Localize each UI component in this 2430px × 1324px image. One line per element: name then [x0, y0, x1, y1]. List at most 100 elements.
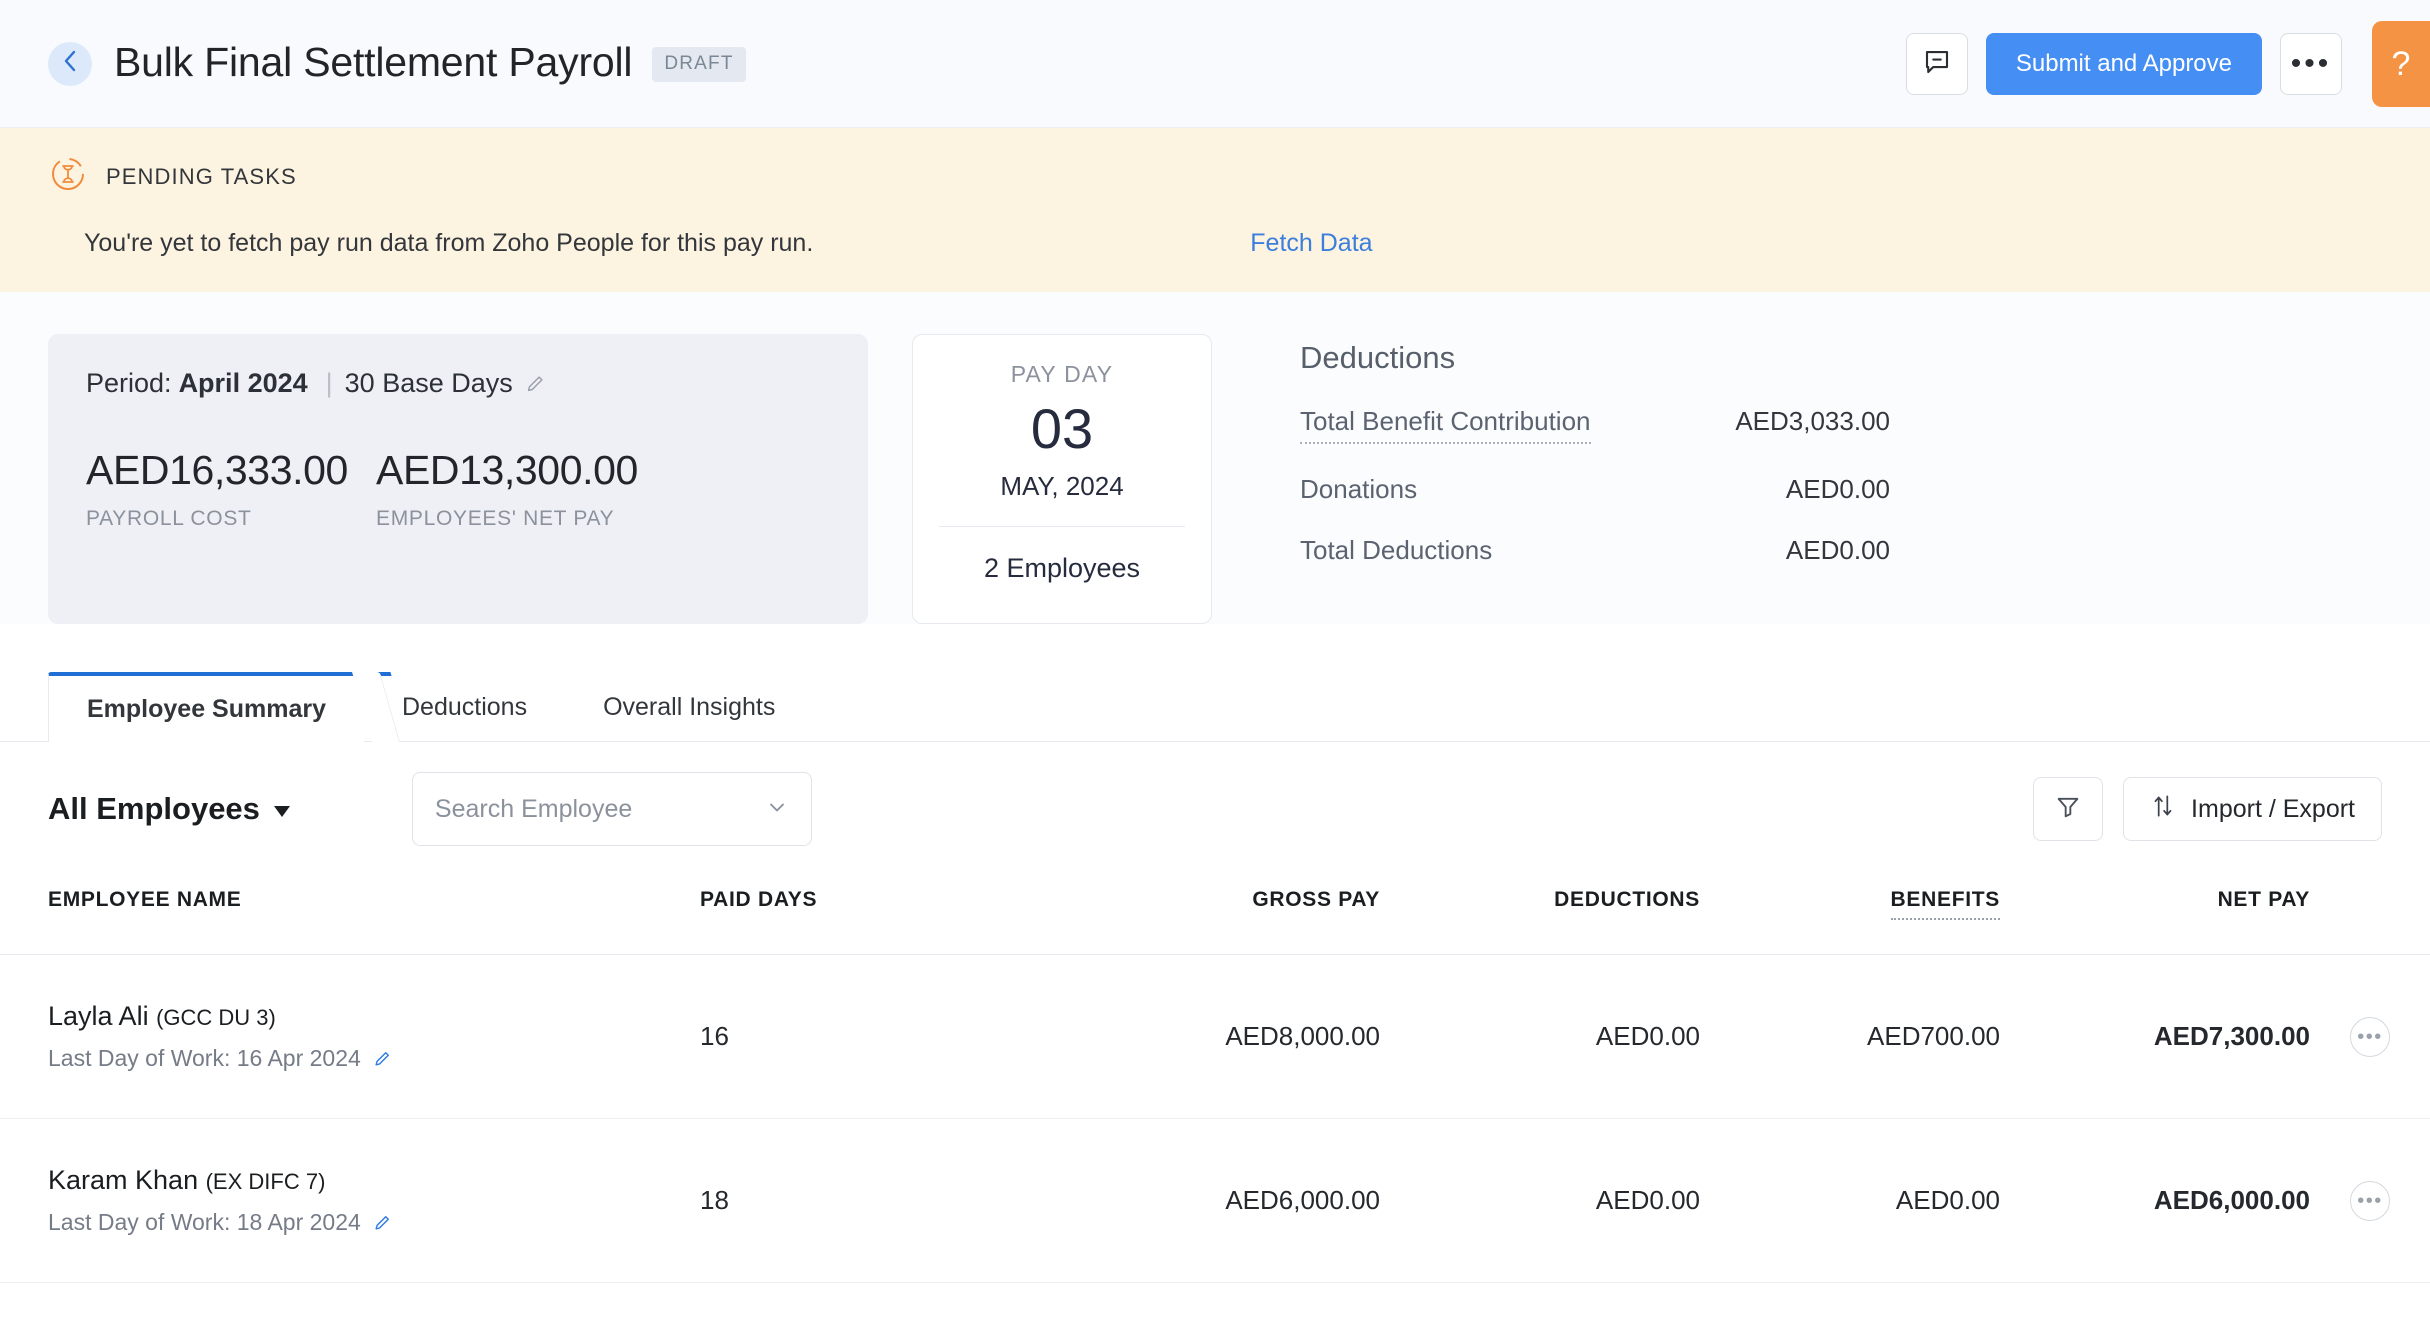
- cell-paid-days: 18: [700, 1119, 1080, 1283]
- search-employee-input[interactable]: Search Employee: [412, 772, 812, 846]
- employee-name-text: Layla Ali: [48, 1001, 149, 1031]
- pencil-icon[interactable]: [372, 1213, 392, 1233]
- deduction-value: AED0.00: [1640, 535, 1890, 566]
- more-options-icon: •••: [2291, 58, 2332, 70]
- import-export-button[interactable]: Import / Export: [2123, 777, 2382, 841]
- employee-name: Layla Ali (GCC DU 3): [48, 1001, 700, 1032]
- deduction-row: Total Deductions AED0.00: [1300, 535, 1890, 566]
- deductions-summary-panel: Deductions Total Benefit Contribution AE…: [1300, 334, 1890, 566]
- table-body: Layla Ali (GCC DU 3) Last Day of Work: 1…: [0, 955, 2430, 1283]
- cell-benefits: AED700.00: [1700, 955, 2000, 1119]
- totals-row: AED16,333.00 PAYROLL COST AED13,300.00 E…: [86, 447, 830, 531]
- all-employees-label: All Employees: [48, 791, 260, 827]
- cell-gross-pay: AED8,000.00: [1080, 955, 1380, 1119]
- banner-message: You're yet to fetch pay run data from Zo…: [84, 229, 813, 258]
- cell-employee-name: Layla Ali (GCC DU 3) Last Day of Work: 1…: [0, 955, 700, 1119]
- deduction-name: Donations: [1300, 474, 1417, 504]
- last-day-of-work: Last Day of Work: 16 Apr 2024: [48, 1045, 700, 1072]
- deduction-row: Total Benefit Contribution AED3,033.00: [1300, 406, 1890, 444]
- column-header-benefits: BENEFITS: [1700, 874, 2000, 955]
- back-button[interactable]: [48, 42, 92, 86]
- pay-day-label: PAY DAY: [933, 361, 1191, 388]
- last-day-of-work: Last Day of Work: 18 Apr 2024: [48, 1209, 700, 1236]
- employee-name-text: Karam Khan: [48, 1165, 198, 1195]
- table-row[interactable]: Layla Ali (GCC DU 3) Last Day of Work: 1…: [0, 955, 2430, 1119]
- comment-button[interactable]: [1906, 33, 1968, 95]
- chevron-down-icon: [765, 795, 789, 824]
- base-days: 30 Base Days: [345, 368, 513, 399]
- column-header-deductions: DEDUCTIONS: [1380, 874, 1700, 955]
- cell-paid-days: 16: [700, 955, 1080, 1119]
- all-employees-dropdown[interactable]: All Employees: [48, 791, 290, 827]
- cell-employee-name: Karam Khan (EX DIFC 7) Last Day of Work:…: [0, 1119, 700, 1283]
- employees-net-pay-label: EMPLOYEES' NET PAY: [376, 507, 666, 531]
- cell-row-actions: •••: [2310, 1119, 2430, 1283]
- page-title: Bulk Final Settlement Payroll DRAFT: [114, 39, 746, 89]
- column-header-benefits-label[interactable]: BENEFITS: [1891, 888, 2000, 920]
- pencil-icon[interactable]: [524, 373, 546, 395]
- period-value: April 2024: [179, 368, 308, 399]
- deduction-name[interactable]: Total Benefit Contribution: [1300, 406, 1591, 444]
- divider: [939, 526, 1185, 527]
- submit-and-approve-button[interactable]: Submit and Approve: [1986, 33, 2262, 95]
- employee-summary-table: EMPLOYEE NAME PAID DAYS GROSS PAY DEDUCT…: [0, 874, 2430, 1283]
- tab-overall-insights[interactable]: Overall Insights: [565, 672, 813, 742]
- table-head: EMPLOYEE NAME PAID DAYS GROSS PAY DEDUCT…: [0, 874, 2430, 955]
- employees-net-pay-amount: AED13,300.00: [376, 447, 666, 494]
- pay-day-month-year: MAY, 2024: [933, 471, 1191, 502]
- deduction-name-wrap: Donations: [1300, 474, 1640, 505]
- deduction-name: Total Deductions: [1300, 535, 1492, 565]
- banner-body: You're yet to fetch pay run data from Zo…: [48, 229, 2382, 258]
- pencil-icon[interactable]: [372, 1049, 392, 1069]
- employees-net-pay-block: AED13,300.00 EMPLOYEES' NET PAY: [376, 447, 666, 531]
- deduction-name-wrap: Total Benefit Contribution: [1300, 406, 1640, 444]
- banner-header: PENDING TASKS: [48, 154, 2382, 199]
- import-export-icon: [2150, 792, 2176, 827]
- tab-bar: Employee Summary Deductions Overall Insi…: [0, 672, 2430, 742]
- table-toolbar: All Employees Search Employee: [0, 742, 2430, 874]
- payroll-cost-amount: AED16,333.00: [86, 447, 376, 494]
- period-line: Period: April 2024 | 30 Base Days: [86, 368, 830, 399]
- payroll-cost-label: PAYROLL COST: [86, 507, 376, 531]
- employee-department: (GCC DU 3): [156, 1005, 276, 1030]
- column-header-gross-pay: GROSS PAY: [1080, 874, 1380, 955]
- toolbar-right-actions: Import / Export: [2033, 777, 2382, 841]
- period-summary-card: Period: April 2024 | 30 Base Days AED16,…: [48, 334, 868, 624]
- employee-department: (EX DIFC 7): [206, 1169, 326, 1194]
- banner-title: PENDING TASKS: [106, 164, 297, 190]
- fetch-data-link[interactable]: Fetch Data: [1250, 229, 1372, 258]
- payroll-cost-block: AED16,333.00 PAYROLL COST: [86, 447, 376, 531]
- deduction-name-wrap: Total Deductions: [1300, 535, 1640, 566]
- search-employee-placeholder: Search Employee: [435, 795, 765, 824]
- deduction-value: AED3,033.00: [1640, 406, 1890, 437]
- cell-gross-pay: AED6,000.00: [1080, 1119, 1380, 1283]
- more-options-button[interactable]: •••: [2280, 33, 2342, 95]
- column-header-paid-days: PAID DAYS: [700, 874, 1080, 955]
- import-export-label: Import / Export: [2191, 795, 2355, 824]
- row-more-options-icon[interactable]: •••: [2350, 1181, 2390, 1221]
- comment-icon: [1922, 47, 1952, 82]
- pay-day-number: 03: [933, 396, 1191, 461]
- tab-employee-summary[interactable]: Employee Summary: [48, 672, 364, 742]
- page-title-text: Bulk Final Settlement Payroll: [114, 39, 632, 85]
- cell-row-actions: •••: [2310, 955, 2430, 1119]
- pay-day-card: PAY DAY 03 MAY, 2024 2 Employees: [912, 334, 1212, 624]
- header-actions: Submit and Approve ••• ?: [1906, 0, 2430, 128]
- top-header-bar: Bulk Final Settlement Payroll DRAFT Submi…: [0, 0, 2430, 128]
- hourglass-icon: [48, 154, 88, 199]
- cell-net-pay: AED7,300.00: [2000, 955, 2310, 1119]
- employee-count: 2 Employees: [933, 553, 1191, 584]
- status-badge: DRAFT: [652, 47, 745, 82]
- period-separator: |: [326, 368, 333, 399]
- column-header-net-pay: NET PAY: [2000, 874, 2310, 955]
- help-button[interactable]: ?: [2372, 21, 2430, 107]
- column-header-actions: [2310, 874, 2430, 955]
- deduction-value: AED0.00: [1640, 474, 1890, 505]
- row-more-options-icon[interactable]: •••: [2350, 1017, 2390, 1057]
- table-row[interactable]: Karam Khan (EX DIFC 7) Last Day of Work:…: [0, 1119, 2430, 1283]
- deductions-panel-title: Deductions: [1300, 340, 1890, 376]
- filter-button[interactable]: [2033, 777, 2103, 841]
- cell-net-pay: AED6,000.00: [2000, 1119, 2310, 1283]
- cell-deductions: AED0.00: [1380, 1119, 1700, 1283]
- cell-deductions: AED0.00: [1380, 955, 1700, 1119]
